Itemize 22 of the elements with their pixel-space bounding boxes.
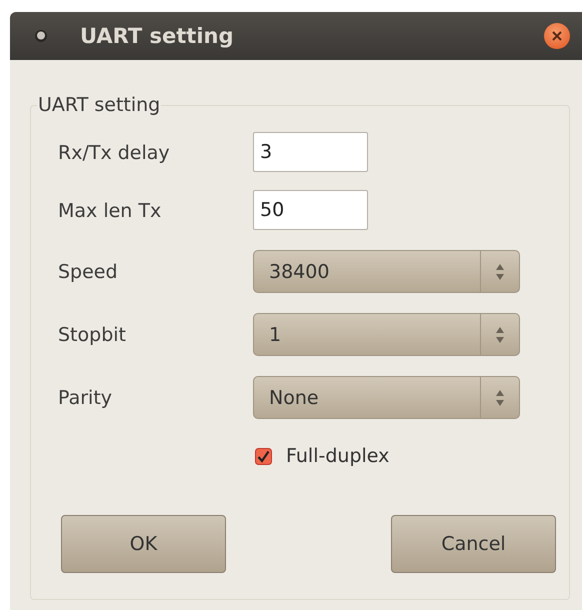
close-button[interactable] <box>544 23 570 49</box>
window-title: UART setting <box>80 24 235 48</box>
spin-arrows-icon <box>495 388 505 406</box>
close-icon <box>551 30 563 42</box>
dropdown[interactable]: None <box>253 376 520 419</box>
spin-arrows-icon <box>495 326 505 344</box>
input-field[interactable]: 50 <box>253 190 368 230</box>
field-label: Stopbit <box>58 324 127 346</box>
field-label: Rx/Tx delay <box>58 142 171 164</box>
input-field[interactable]: 3 <box>253 132 368 172</box>
checkbox-label: Full-duplex <box>286 445 390 467</box>
field-label: Parity <box>58 386 114 408</box>
field-label: Speed <box>58 260 119 282</box>
field-label: Max len Tx <box>58 200 162 222</box>
window-menu-icon[interactable] <box>34 29 48 43</box>
group-title: UART setting <box>37 94 162 116</box>
spin-arrows-icon <box>495 262 505 280</box>
dialog-button[interactable]: Cancel <box>391 515 556 573</box>
dialog-button[interactable]: OK <box>61 515 226 573</box>
dropdown[interactable]: 38400 <box>253 250 520 293</box>
dropdown[interactable]: 1 <box>253 313 520 356</box>
full-duplex-checkbox[interactable] <box>255 448 272 464</box>
